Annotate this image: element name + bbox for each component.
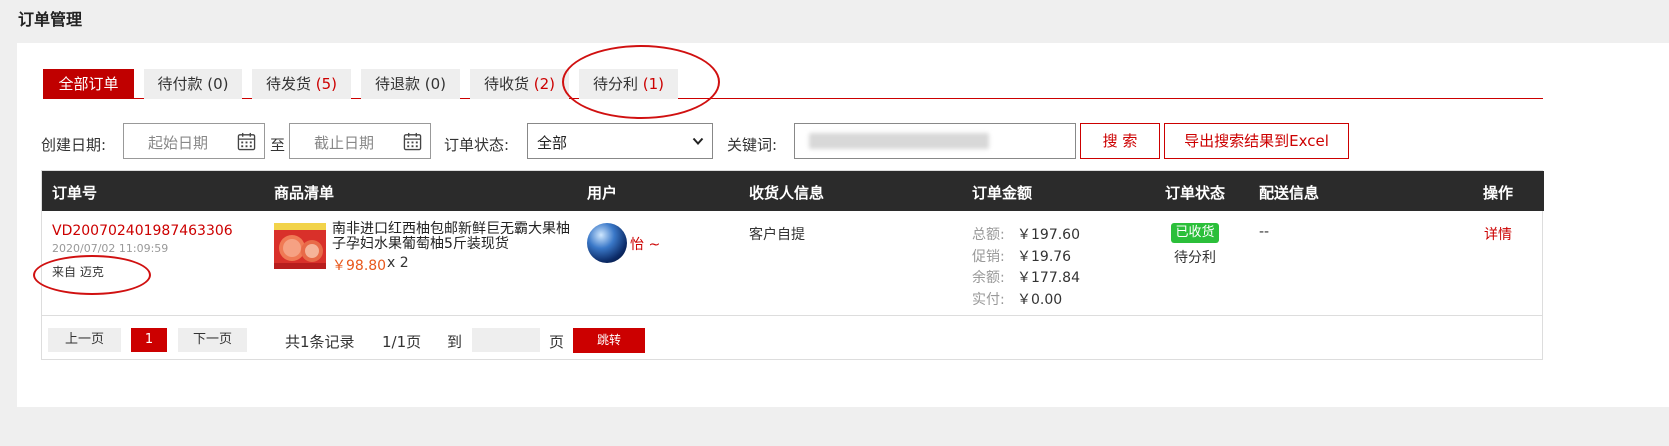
export-excel-button[interactable]: 导出搜索结果到Excel — [1164, 123, 1349, 159]
date-label: 创建日期: — [41, 136, 107, 154]
amount-total-label: 总额: — [972, 227, 1005, 243]
order-source: 来自 迈克 — [52, 265, 104, 279]
goto-label: 到 — [447, 333, 463, 351]
product-quantity: x 2 — [387, 255, 409, 271]
header-user: 用户 — [587, 184, 618, 202]
product-name[interactable]: 南非进口红西柚包邮新鲜巨无霸大果柚子孕妇水果葡萄柚5斤装现货 — [332, 222, 572, 252]
tab-pending-shipment[interactable]: 待发货 (5) — [252, 69, 351, 99]
tab-label: 待退款 — [374, 75, 420, 93]
order-tabs: 全部订单 待付款 (0) 待发货 (5) 待退款 (0) 待收货 (2) 待分利… — [43, 69, 1543, 99]
keyword-input[interactable] — [794, 123, 1076, 159]
grapefruit-image — [274, 223, 326, 269]
amount-paid-label: 实付: — [972, 292, 1005, 308]
next-page-button[interactable]: 下一页 — [178, 328, 247, 352]
end-date-placeholder: 截止日期 — [314, 134, 375, 152]
order-table: 订单号 商品清单 用户 收货人信息 订单金额 订单状态 配送信息 操作 VD20… — [41, 170, 1544, 360]
chevron-down-icon — [692, 137, 704, 145]
order-panel: 全部订单 待付款 (0) 待发货 (5) 待退款 (0) 待收货 (2) 待分利… — [17, 43, 1669, 407]
table-header: 订单号 商品清单 用户 收货人信息 订单金额 订单状态 配送信息 操作 — [42, 171, 1544, 211]
header-delivery: 配送信息 — [1259, 184, 1320, 202]
amount-paid-value: ￥0.00 — [1017, 292, 1063, 308]
amount-balance-label: 余额: — [972, 270, 1005, 286]
tab-pending-refund[interactable]: 待退款 (0) — [361, 69, 460, 99]
header-actions: 操作 — [1483, 184, 1514, 202]
search-button[interactable]: 搜 索 — [1080, 123, 1160, 159]
status-badge: 已收货 — [1171, 223, 1219, 243]
page-unit-label: 页 — [549, 333, 565, 351]
header-amount: 订单金额 — [972, 184, 1033, 202]
tab-pending-payment[interactable]: 待付款 (0) — [144, 69, 242, 99]
page-number-input[interactable] — [472, 328, 540, 352]
tab-count: (1) — [642, 75, 665, 93]
status-select-value: 全部 — [537, 134, 568, 152]
amount-promo-label: 促销: — [972, 249, 1005, 265]
calendar-icon[interactable] — [403, 132, 422, 151]
tab-count: (0) — [424, 75, 447, 93]
amount-promo-value: ￥19.76 — [1017, 249, 1072, 265]
tab-label: 待付款 — [157, 75, 203, 93]
order-number-link[interactable]: VD200702401987463306 — [52, 223, 233, 239]
product-price: ￥98.80 — [332, 258, 387, 274]
status-select[interactable]: 全部 — [527, 123, 713, 159]
tab-pending-profit-share[interactable]: 待分利 (1) — [579, 69, 678, 99]
tab-label: 待收货 — [483, 75, 529, 93]
receiver-info: 客户自提 — [749, 227, 805, 243]
calendar-icon[interactable] — [237, 132, 256, 151]
row-divider — [42, 315, 1542, 316]
keyword-label: 关键词: — [727, 136, 778, 154]
tab-count: (5) — [315, 75, 338, 93]
start-date-placeholder: 起始日期 — [148, 134, 209, 152]
page-title: 订单管理 — [18, 10, 83, 29]
avatar — [587, 223, 627, 263]
amount-total-value: ￥197.60 — [1017, 227, 1080, 243]
start-date-input[interactable]: 起始日期 — [123, 123, 265, 159]
product-thumbnail[interactable] — [274, 223, 326, 269]
tab-count: (2) — [533, 75, 556, 93]
user-name[interactable]: 怡 ~ — [630, 234, 660, 254]
blurred-keyword — [809, 133, 989, 149]
jump-button[interactable]: 跳转 — [573, 328, 645, 353]
header-receiver: 收货人信息 — [749, 184, 825, 202]
tab-count: (0) — [207, 75, 229, 93]
prev-page-button[interactable]: 上一页 — [48, 328, 121, 352]
current-page-button[interactable]: 1 — [131, 328, 167, 352]
delivery-info: -- — [1259, 224, 1270, 240]
detail-link[interactable]: 详情 — [1484, 224, 1512, 244]
amount-balance-value: ￥177.84 — [1017, 270, 1080, 286]
end-date-input[interactable]: 截止日期 — [289, 123, 431, 159]
tab-label: 全部订单 — [58, 75, 119, 93]
status-sub: 待分利 — [1174, 250, 1216, 266]
tab-all-orders[interactable]: 全部订单 — [43, 69, 134, 99]
header-status: 订单状态 — [1165, 184, 1226, 202]
header-products: 商品清单 — [274, 184, 335, 202]
tab-label: 待发货 — [265, 75, 311, 93]
status-label: 订单状态: — [444, 136, 510, 154]
header-order-no: 订单号 — [52, 184, 98, 202]
page-count: 1/1页 — [382, 333, 422, 351]
tab-label: 待分利 — [592, 75, 638, 93]
tab-pending-receipt[interactable]: 待收货 (2) — [470, 69, 569, 99]
order-time: 2020/07/02 11:09:59 — [52, 242, 169, 255]
total-records: 共1条记录 — [285, 333, 355, 351]
to-label: 至 — [270, 136, 286, 154]
